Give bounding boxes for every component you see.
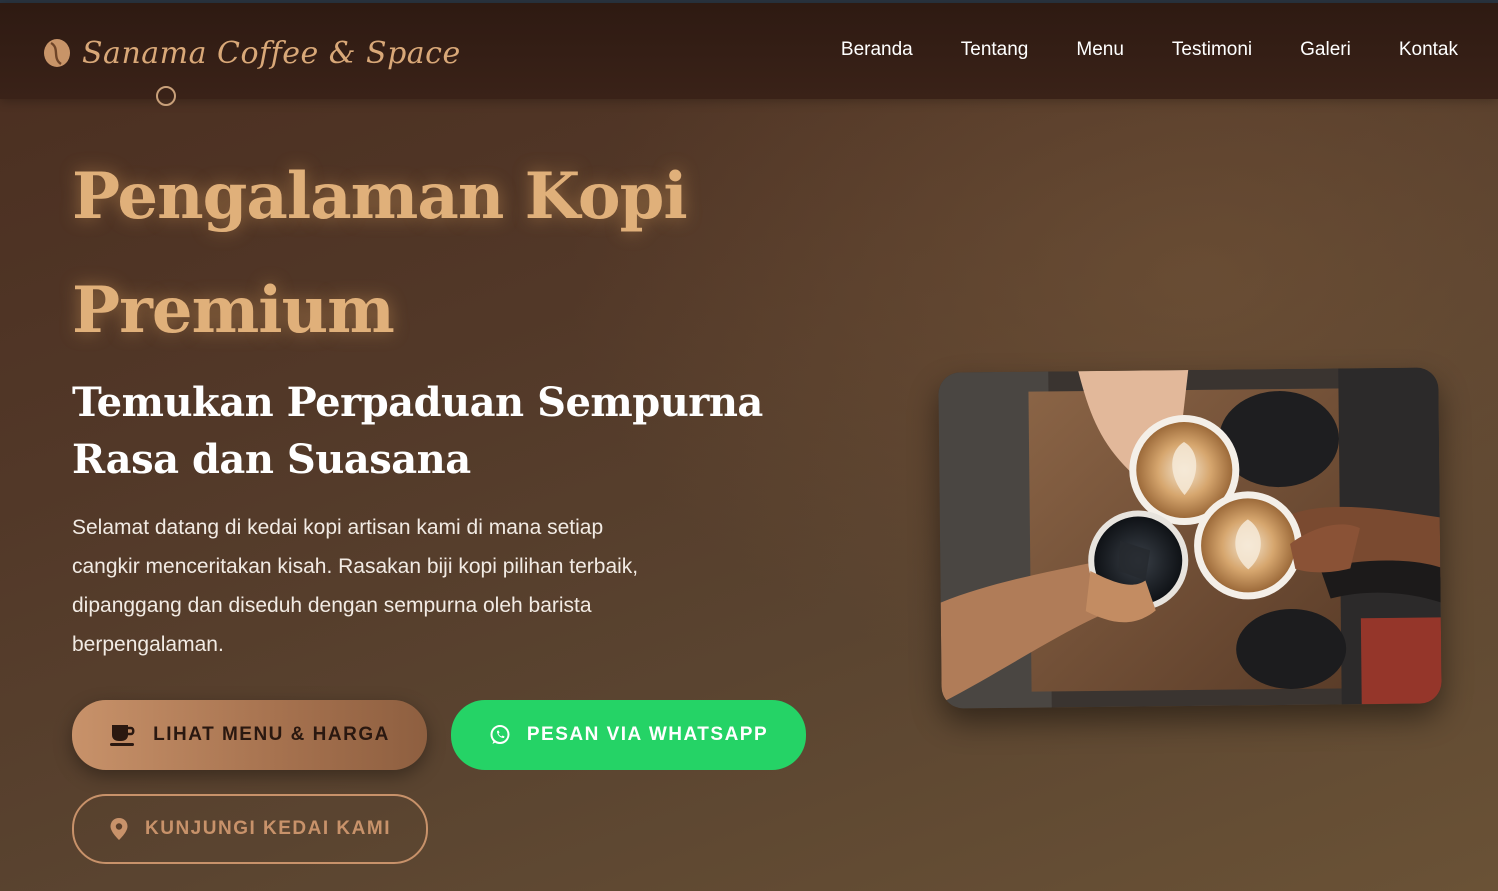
nav-link-testimoni[interactable]: Testimoni [1172,39,1252,61]
coffee-cup-icon [109,723,137,747]
whatsapp-icon [489,724,511,746]
nav-link-kontak[interactable]: Kontak [1399,39,1458,61]
hero-description: Selamat datang di kedai kopi artisan kam… [72,516,639,656]
brand-name: Sanama Coffee & Space [82,35,461,71]
visit-store-label: KUNJUNGI KEDAI KAMI [145,818,391,839]
whatsapp-order-label: PESAN VIA WHATSAPP [526,724,769,745]
brand-logo[interactable]: Sanama Coffee & Space [42,31,461,75]
visit-store-button[interactable]: KUNJUNGI KEDAI KAMI [72,794,428,864]
whatsapp-order-button[interactable]: PESAN VIA WHATSAPP [451,700,806,770]
hero-subtitle: Temukan Perpaduan Sempurna Rasa dan Suas… [72,379,763,483]
nav-link-beranda[interactable]: Beranda [841,39,913,61]
map-pin-icon [109,817,129,841]
hero-title: Pengalaman Kopi Premium [72,159,688,348]
nav-link-galeri[interactable]: Galeri [1300,39,1351,61]
main-nav: Beranda Tentang Menu Testimoni Galeri Ko… [793,39,1458,61]
decorative-ring [156,86,176,106]
view-menu-label: LIHAT MENU & HARGA [153,724,390,745]
nav-link-menu[interactable]: Menu [1076,39,1124,61]
view-menu-button[interactable]: LIHAT MENU & HARGA [72,700,427,770]
coffee-bean-icon [44,39,70,67]
coffee-toast-image [938,367,1442,709]
hero-coffee-photo [938,367,1442,709]
navbar: Sanama Coffee & Space Beranda Tentang Me… [0,3,1498,99]
nav-link-tentang[interactable]: Tentang [961,39,1029,61]
